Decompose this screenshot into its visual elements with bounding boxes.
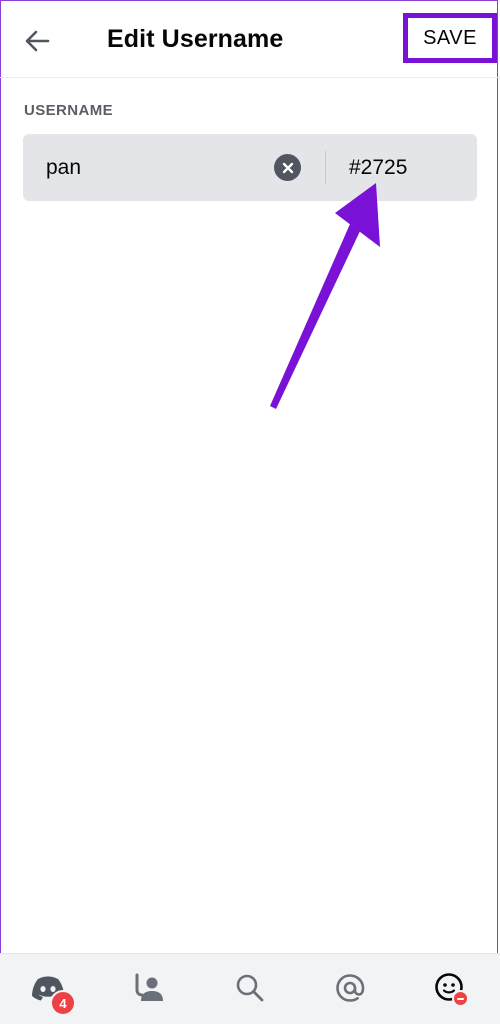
clear-username-button[interactable] <box>274 154 301 181</box>
app-header: Edit Username SAVE <box>0 0 500 78</box>
nav-mentions[interactable] <box>330 968 370 1008</box>
dnd-status-indicator <box>452 990 469 1007</box>
search-icon <box>236 974 264 1002</box>
username-section-label: USERNAME <box>24 102 114 119</box>
nav-friends[interactable] <box>128 968 168 1008</box>
mentions-icon <box>336 974 365 1002</box>
bottom-navigation: 4 <box>0 953 500 1024</box>
field-divider <box>325 151 326 184</box>
username-value[interactable]: pan <box>46 134 81 201</box>
nav-home[interactable]: 4 <box>28 968 76 1016</box>
arrow-left-icon <box>25 30 50 52</box>
username-input[interactable]: pan #2725 <box>23 134 477 201</box>
nav-search[interactable] <box>230 968 270 1008</box>
notification-badge: 4 <box>50 990 76 1016</box>
clear-circle-icon <box>282 162 293 173</box>
nav-profile[interactable] <box>430 968 470 1008</box>
save-button[interactable]: SAVE <box>403 13 497 63</box>
back-button[interactable] <box>18 22 56 60</box>
page-title: Edit Username <box>107 25 284 53</box>
friends-icon <box>135 973 163 1001</box>
discriminator-tag: #2725 <box>349 156 408 179</box>
